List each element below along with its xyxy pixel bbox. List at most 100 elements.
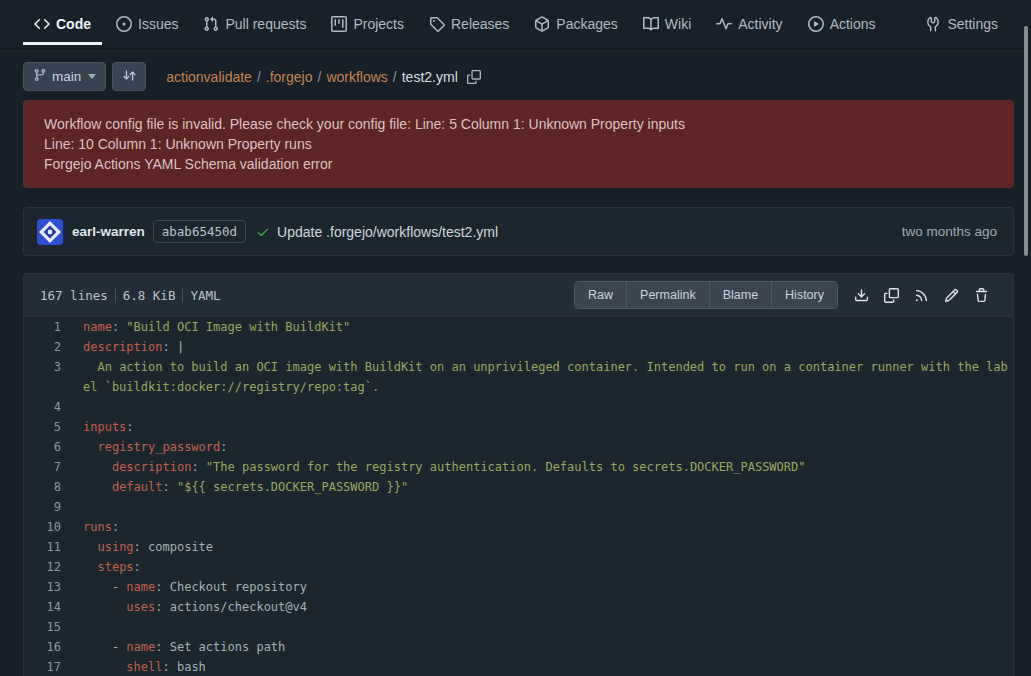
book-icon — [643, 16, 659, 32]
latest-commit-bar: earl-warren abab65450d Update .forgejo/w… — [23, 207, 1014, 256]
line-number[interactable]: 6 — [24, 437, 83, 457]
delete-icon[interactable] — [966, 281, 996, 309]
package-icon — [534, 16, 550, 32]
copy-icon[interactable] — [876, 281, 906, 309]
git-compare-icon — [122, 68, 137, 86]
commit-author[interactable]: earl-warren — [72, 224, 145, 239]
code-text — [83, 397, 1013, 417]
raw-button[interactable]: Raw — [575, 282, 627, 308]
code-icon — [34, 16, 50, 32]
line-number[interactable]: 13 — [24, 577, 83, 597]
line-number[interactable]: 4 — [24, 397, 83, 417]
file-language: YAML — [190, 288, 220, 303]
file-lines-count: 167 lines — [40, 288, 108, 303]
rss-icon[interactable] — [906, 281, 936, 309]
line-number[interactable]: 1 — [24, 317, 83, 337]
line-number[interactable]: 5 — [24, 417, 83, 437]
code-text: uses: actions/checkout@v4 — [83, 597, 1013, 617]
chevron-down-icon — [88, 74, 96, 79]
code-text: name: "Build OCI Image with BuildKit" — [83, 317, 1013, 337]
git-branch-icon — [33, 68, 47, 85]
edit-icon[interactable] — [936, 281, 966, 309]
code-line: 1name: "Build OCI Image with BuildKit" — [24, 317, 1013, 337]
tab-projects[interactable]: Projects — [320, 0, 415, 48]
commit-message[interactable]: Update .forgejo/workflows/test2.yml — [277, 224, 498, 240]
code-text: description: "The password for the regis… — [83, 457, 1013, 477]
branch-selector[interactable]: main — [23, 62, 106, 91]
code-text: using: composite — [83, 537, 1013, 557]
line-number[interactable]: 17 — [24, 657, 83, 676]
tab-label: Wiki — [665, 16, 691, 32]
line-number[interactable]: 15 — [24, 617, 83, 637]
code-line: 4 — [24, 397, 1013, 417]
commit-time: two months ago — [902, 224, 997, 239]
tab-settings[interactable]: Settings — [914, 0, 1009, 48]
code-line: 2description: | — [24, 337, 1013, 357]
pulse-icon — [716, 16, 732, 32]
line-number[interactable]: 3 — [24, 357, 83, 397]
tag-icon — [429, 16, 445, 32]
history-button[interactable]: History — [772, 282, 837, 308]
code-text — [83, 497, 1013, 517]
line-number[interactable]: 16 — [24, 637, 83, 657]
line-number[interactable]: 8 — [24, 477, 83, 497]
tab-label: Actions — [830, 16, 876, 32]
tab-code[interactable]: Code — [23, 0, 102, 48]
tab-issues[interactable]: Issues — [105, 0, 189, 48]
file-action-icons — [846, 281, 996, 309]
code-line: 13 - name: Checkout repository — [24, 577, 1013, 597]
line-number[interactable]: 10 — [24, 517, 83, 537]
line-number[interactable]: 12 — [24, 557, 83, 577]
code-text: steps: — [83, 557, 1013, 577]
tab-releases[interactable]: Releases — [418, 0, 520, 48]
file-content: 1name: "Build OCI Image with BuildKit"2d… — [24, 317, 1013, 676]
line-number[interactable]: 11 — [24, 537, 83, 557]
breadcrumb-link[interactable]: actionvalidate — [166, 69, 252, 85]
code-line: 3 An action to build an OCI image with B… — [24, 357, 1013, 397]
code-text: shell: bash — [83, 657, 1013, 676]
scrollbar-thumb[interactable] — [1024, 26, 1028, 256]
error-banner: Workflow config file is invalid. Please … — [23, 100, 1014, 188]
code-line: 7 description: "The password for the reg… — [24, 457, 1013, 477]
permalink-button[interactable]: Permalink — [627, 282, 710, 308]
line-number[interactable]: 14 — [24, 597, 83, 617]
code-line: 15 — [24, 617, 1013, 637]
line-number[interactable]: 2 — [24, 337, 83, 357]
line-number[interactable]: 7 — [24, 457, 83, 477]
tab-actions[interactable]: Actions — [797, 0, 887, 48]
commit-sha[interactable]: abab65450d — [153, 220, 246, 243]
file-header: 167 lines 6.8 KiB YAML RawPermalinkBlame… — [24, 274, 1013, 317]
blame-button[interactable]: Blame — [710, 282, 772, 308]
code-line: 16 - name: Set actions path — [24, 637, 1013, 657]
code-line: 10runs: — [24, 517, 1013, 537]
pull-request-icon — [203, 16, 219, 32]
tab-packages[interactable]: Packages — [523, 0, 628, 48]
tab-label: Projects — [353, 16, 404, 32]
tab-activity[interactable]: Activity — [705, 0, 793, 48]
code-text: An action to build an OCI image with Bui… — [83, 357, 1013, 397]
breadcrumb-separator: / — [393, 69, 397, 85]
code-line: 17 shell: bash — [24, 657, 1013, 676]
file-view-buttons: RawPermalinkBlameHistory — [574, 281, 838, 309]
code-line: 12 steps: — [24, 557, 1013, 577]
tab-wiki[interactable]: Wiki — [632, 0, 702, 48]
settings-icon — [925, 16, 941, 32]
error-banner-line: Forgejo Actions YAML Schema validation e… — [44, 154, 993, 174]
tab-label: Releases — [451, 16, 509, 32]
project-icon — [331, 16, 347, 32]
branch-name: main — [52, 69, 81, 84]
compare-button[interactable] — [112, 62, 146, 91]
code-text: - name: Set actions path — [83, 637, 1013, 657]
code-text: registry_password: — [83, 437, 1013, 457]
tab-label: Issues — [138, 16, 178, 32]
copy-path-button[interactable] — [467, 70, 481, 84]
line-number[interactable]: 9 — [24, 497, 83, 517]
breadcrumb-link[interactable]: .forgejo — [266, 69, 313, 85]
tab-label: Pull requests — [225, 16, 306, 32]
issues-icon — [116, 16, 132, 32]
commit-status-check-icon[interactable] — [256, 225, 270, 239]
tab-pull-requests[interactable]: Pull requests — [192, 0, 317, 48]
avatar[interactable] — [37, 219, 63, 245]
breadcrumb-link[interactable]: workflows — [326, 69, 387, 85]
download-icon[interactable] — [846, 281, 876, 309]
